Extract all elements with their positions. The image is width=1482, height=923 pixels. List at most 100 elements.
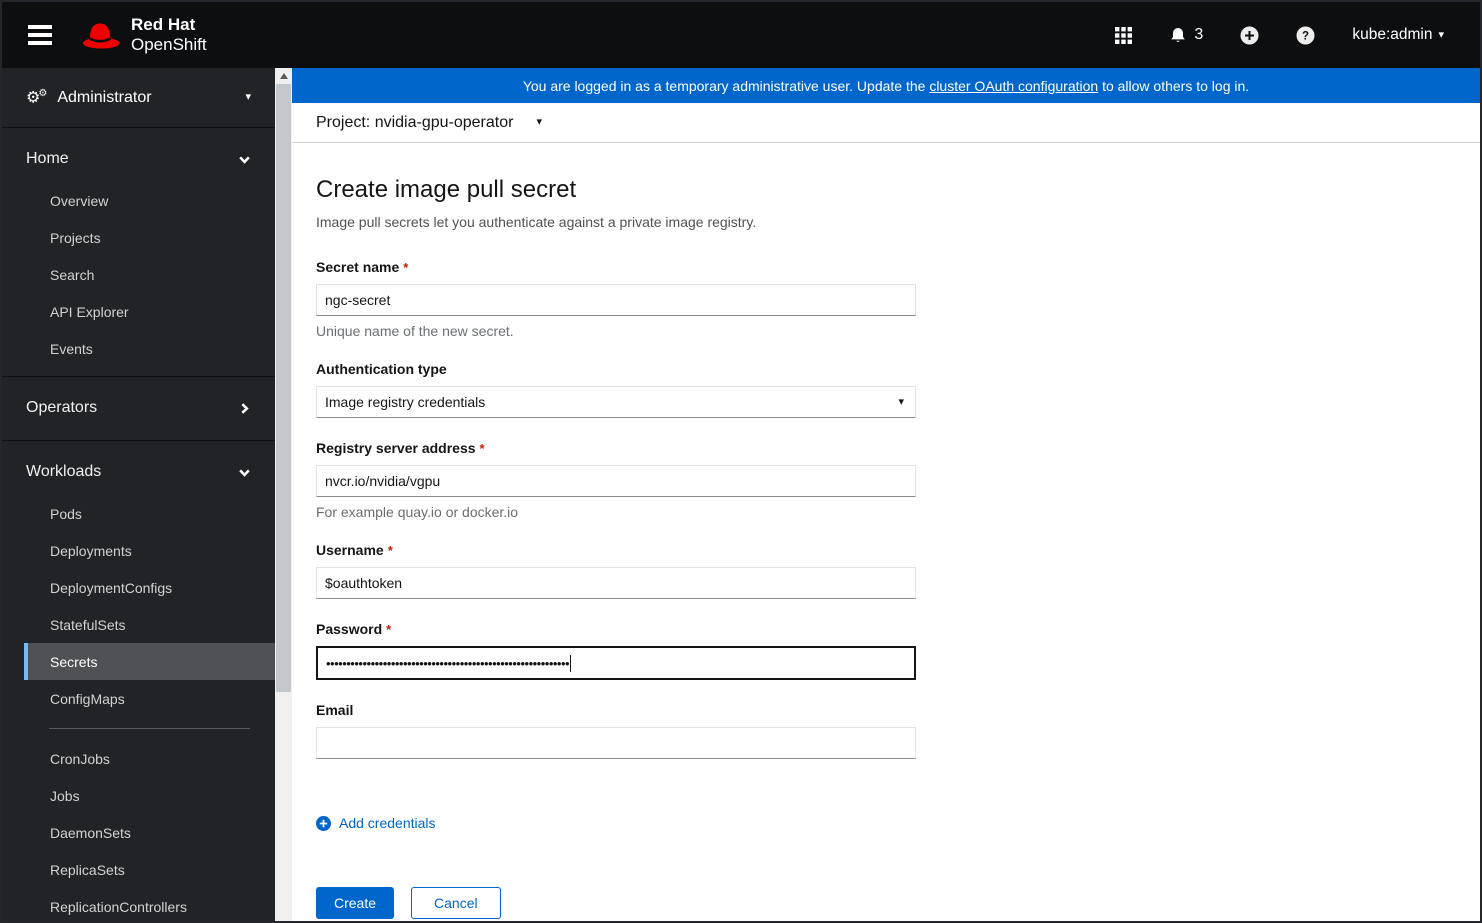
image-pull-secret-form: Secret name* Unique name of the new secr… xyxy=(316,259,916,919)
notifications-button[interactable]: 3 xyxy=(1169,26,1203,44)
redhat-openshift-logo: Red Hat OpenShift xyxy=(80,15,207,55)
sidebar-item-label: ReplicationControllers xyxy=(50,898,187,915)
registry-address-group: Registry server address* For example qua… xyxy=(316,440,916,520)
chevron-down-icon xyxy=(238,466,251,479)
create-button[interactable]: Create xyxy=(316,886,395,919)
sidebar-item-label: Pods xyxy=(50,505,82,522)
project-selector[interactable]: Project: nvidia-gpu-operator ▾ xyxy=(292,103,1480,143)
sidebar-item-deploymentconfigs[interactable]: DeploymentConfigs xyxy=(2,569,275,606)
sidebar-item-events[interactable]: Events xyxy=(2,330,275,367)
app-window: Red Hat OpenShift 3 ? kube:admin ▾ ⚙⚙ Ad… xyxy=(0,0,1482,923)
caret-down-icon: ▾ xyxy=(245,91,251,103)
triangle-up-icon xyxy=(279,73,288,79)
nav-section-operators[interactable]: Operators xyxy=(2,385,275,431)
svg-text:?: ? xyxy=(1302,30,1309,42)
import-button[interactable] xyxy=(1240,26,1259,45)
sidebar-item-label: StatefulSets xyxy=(50,616,126,633)
login-notice-banner: You are logged in as a temporary adminis… xyxy=(292,68,1480,103)
masthead-toolbar: 3 ? kube:admin ▾ xyxy=(1115,26,1444,45)
auth-type-group: Authentication type Image registry crede… xyxy=(316,361,916,418)
password-masked-value: ••••••••••••••••••••••••••••••••••••••••… xyxy=(326,656,570,670)
required-asterisk: * xyxy=(403,260,409,275)
cancel-button[interactable]: Cancel xyxy=(411,886,501,919)
sidebar-item-secrets[interactable]: Secrets xyxy=(2,643,275,680)
sidebar-item-deployments[interactable]: Deployments xyxy=(2,532,275,569)
banner-text-before: You are logged in as a temporary adminis… xyxy=(522,77,930,94)
notification-count: 3 xyxy=(1194,26,1204,43)
auth-type-label: Authentication type xyxy=(316,361,447,377)
sidebar-item-jobs[interactable]: Jobs xyxy=(2,777,275,814)
sidebar-item-cronjobs[interactable]: CronJobs xyxy=(2,740,275,777)
add-credentials-button[interactable]: Add credentials xyxy=(316,815,436,831)
sidebar-scrollbar[interactable] xyxy=(275,68,292,921)
perspective-switcher[interactable]: ⚙⚙ Administrator ▾ xyxy=(2,68,275,127)
sidebar-item-configmaps[interactable]: ConfigMaps xyxy=(2,680,275,717)
sidebar-item-label: ReplicaSets xyxy=(50,861,125,878)
user-menu-label: kube:admin xyxy=(1352,26,1433,43)
app-launcher-grid-icon xyxy=(1115,26,1133,44)
sidebar-item-replicasets[interactable]: ReplicaSets xyxy=(2,851,275,888)
main-content: You are logged in as a temporary adminis… xyxy=(292,68,1480,921)
auth-type-select[interactable]: Image registry credentials ▾ xyxy=(316,386,916,418)
cluster-oauth-configuration-link[interactable]: cluster OAuth configuration xyxy=(929,78,1098,94)
sidebar-item-label: API Explorer xyxy=(50,303,129,320)
text-cursor xyxy=(570,654,572,672)
sidebar-item-replicationcontrollers[interactable]: ReplicationControllers xyxy=(2,888,275,921)
plus-circle-icon xyxy=(1240,26,1259,45)
page-subtitle: Image pull secrets let you authenticate … xyxy=(316,214,757,230)
sidebar-item-daemonsets[interactable]: DaemonSets xyxy=(2,814,275,851)
sidebar-item-label: CronJobs xyxy=(50,750,110,767)
sidebar-item-overview[interactable]: Overview xyxy=(2,182,275,219)
sidebar-item-statefulsets[interactable]: StatefulSets xyxy=(2,606,275,643)
password-group: Password * ••••••••••••••••••••••••••••••… xyxy=(316,621,916,680)
chevron-right-icon xyxy=(238,402,251,415)
username-label: Username * xyxy=(316,542,393,558)
auth-type-selected-value: Image registry credentials xyxy=(325,394,486,410)
sidebar-item-label: Deployments xyxy=(50,542,132,559)
scrollbar-up-button[interactable] xyxy=(275,68,292,84)
sidebar-item-pods[interactable]: Pods xyxy=(2,495,275,532)
sidebar-item-label: Overview xyxy=(50,192,109,209)
sidebar-item-api-explorer[interactable]: API Explorer xyxy=(2,293,275,330)
sidebar-item-label: Secrets xyxy=(50,653,98,670)
sidebar-item-label: Search xyxy=(50,266,95,283)
form-actions: Create Cancel xyxy=(316,886,916,919)
scrollbar-thumb[interactable] xyxy=(276,84,291,692)
help-button[interactable]: ? xyxy=(1296,26,1315,45)
create-secret-page: Create image pull secret Image pull secr… xyxy=(292,143,1480,919)
email-input[interactable] xyxy=(316,727,916,759)
email-group: Email xyxy=(316,702,916,759)
sidebar-item-label: DaemonSets xyxy=(50,824,131,841)
nav-section-label: Home xyxy=(26,150,69,167)
sidebar-item-label: Projects xyxy=(50,229,101,246)
sidebar-item-label: Events xyxy=(50,340,93,357)
hamburger-icon xyxy=(28,25,52,29)
sidebar-item-label: DeploymentConfigs xyxy=(50,579,173,596)
plus-circle-icon xyxy=(316,815,331,831)
required-asterisk: * xyxy=(387,543,393,558)
secret-name-input[interactable] xyxy=(316,284,916,316)
password-label: Password * xyxy=(316,621,392,637)
required-asterisk: * xyxy=(479,441,485,456)
app-launcher-button[interactable] xyxy=(1115,26,1133,44)
nav-toggle-button[interactable] xyxy=(24,17,56,54)
nav-section-label: Workloads xyxy=(26,463,102,480)
registry-address-input[interactable] xyxy=(316,465,916,497)
add-credentials-label: Add credentials xyxy=(339,815,436,831)
nav-section-label: Operators xyxy=(26,399,98,416)
caret-down-icon: ▾ xyxy=(1438,28,1444,41)
sidebar-item-search[interactable]: Search xyxy=(2,256,275,293)
secret-name-group: Secret name* Unique name of the new secr… xyxy=(316,259,916,339)
user-menu[interactable]: kube:admin ▾ xyxy=(1352,26,1444,44)
bell-icon xyxy=(1169,26,1187,44)
username-input[interactable] xyxy=(316,567,916,599)
redhat-fedora-icon xyxy=(80,19,122,51)
nav-section-home[interactable]: Home xyxy=(2,136,275,182)
secret-name-help: Unique name of the new secret. xyxy=(316,323,514,339)
sidebar-item-projects[interactable]: Projects xyxy=(2,219,275,256)
password-input[interactable]: ••••••••••••••••••••••••••••••••••••••••… xyxy=(316,646,916,680)
project-selector-label: Project: nvidia-gpu-operator xyxy=(316,113,514,131)
nav-section-workloads[interactable]: Workloads xyxy=(2,449,275,495)
nav-divider xyxy=(2,127,275,128)
sidebar-nav: ⚙⚙ Administrator ▾ Home Overview Project… xyxy=(2,68,275,921)
